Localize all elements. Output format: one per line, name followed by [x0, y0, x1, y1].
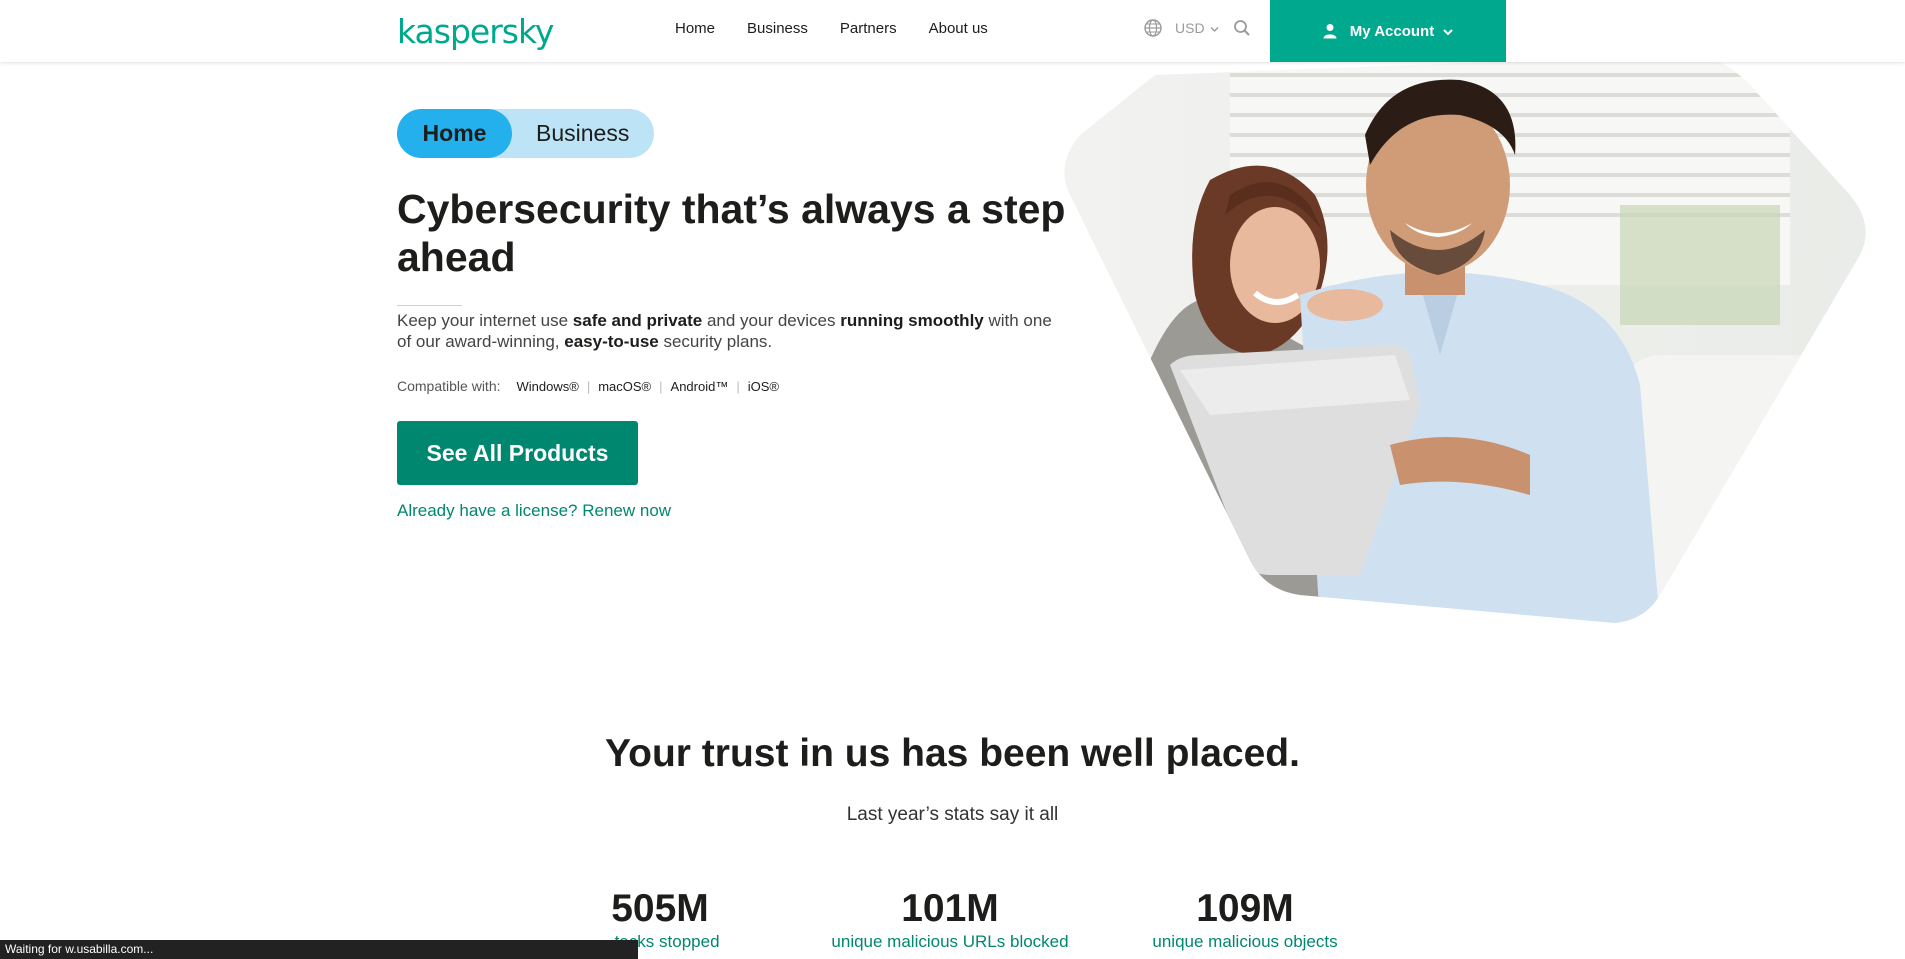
platform-ios: iOS®: [747, 378, 779, 394]
user-icon: [1322, 23, 1338, 39]
chevron-down-icon: [1442, 25, 1454, 37]
my-account-button[interactable]: My Account: [1270, 0, 1506, 62]
stat-urls: 101M unique malicious URLs blocked: [820, 886, 1080, 952]
nav-home[interactable]: Home: [675, 20, 715, 37]
separator: |: [659, 378, 663, 394]
site-header: kaspersky Home Business Partners About u…: [0, 0, 1905, 62]
nav-partners[interactable]: Partners: [840, 20, 897, 37]
toggle-home[interactable]: Home: [397, 109, 512, 158]
globe-icon[interactable]: [1143, 18, 1163, 38]
see-all-products-button[interactable]: See All Products: [397, 421, 638, 485]
chevron-down-icon: [1210, 20, 1219, 36]
platform-android: Android™: [670, 378, 729, 394]
platform-windows: Windows®: [516, 378, 579, 394]
kaspersky-logo[interactable]: kaspersky: [397, 12, 554, 51]
stat-number: 101M: [901, 887, 999, 930]
stat-label: unique malicious objects: [1152, 932, 1338, 951]
stat-number: 505M: [611, 887, 709, 930]
platform-macos: macOS®: [598, 378, 652, 394]
currency-label: USD: [1175, 20, 1205, 36]
stat-objects: 109M unique malicious objects: [1130, 886, 1360, 952]
divider: [397, 305, 462, 306]
hero-image: [1064, 55, 1866, 624]
main-nav: Home Business Partners About us: [675, 20, 1020, 37]
toggle-business[interactable]: Business: [536, 120, 629, 147]
nav-business[interactable]: Business: [747, 20, 808, 37]
renew-link[interactable]: Already have a license? Renew now: [397, 501, 671, 521]
stat-label: unique malicious URLs blocked: [831, 932, 1069, 951]
nav-about-us[interactable]: About us: [929, 20, 988, 37]
search-icon[interactable]: [1233, 19, 1251, 37]
utility-bar: USD: [1143, 18, 1251, 38]
hero-title: Cybersecurity that’s always a step ahead: [397, 186, 1066, 280]
separator: |: [736, 378, 740, 394]
currency-selector[interactable]: USD: [1175, 20, 1219, 36]
my-account-label: My Account: [1349, 22, 1435, 40]
separator: |: [586, 378, 591, 394]
stat-number: 109M: [1196, 887, 1294, 930]
trust-subtitle: Last year’s stats say it all: [846, 804, 1059, 825]
browser-status-bar: Waiting for w.usabilla.com...: [0, 940, 638, 959]
compatibility-list: Compatible with: Windows® | macOS® | And…: [397, 378, 779, 394]
hero-description: Keep your internet use safe and private …: [397, 311, 1052, 351]
compat-label: Compatible with:: [397, 378, 501, 394]
trust-title: Your trust in us has been well placed.: [605, 732, 1300, 775]
segment-toggle: Home Business: [397, 109, 654, 158]
